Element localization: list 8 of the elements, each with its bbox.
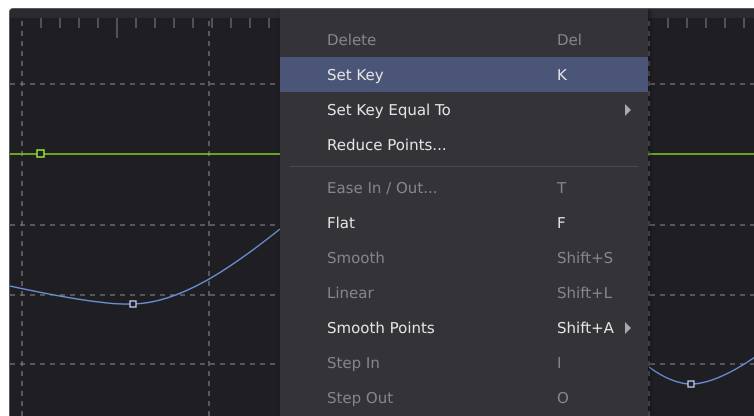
menu-item[interactable]: Smooth Points Shift+A: [280, 310, 648, 345]
keyframe-point[interactable]: [129, 300, 137, 308]
keyframe-point[interactable]: [36, 149, 45, 158]
menu-item[interactable]: Reduce Points...: [280, 127, 648, 162]
keyframe-point[interactable]: [687, 380, 695, 388]
menu-item[interactable]: Set Key Equal To: [280, 92, 648, 127]
menu-item[interactable]: Set Key K: [280, 57, 648, 92]
menu-item[interactable]: Flat F: [280, 205, 648, 240]
